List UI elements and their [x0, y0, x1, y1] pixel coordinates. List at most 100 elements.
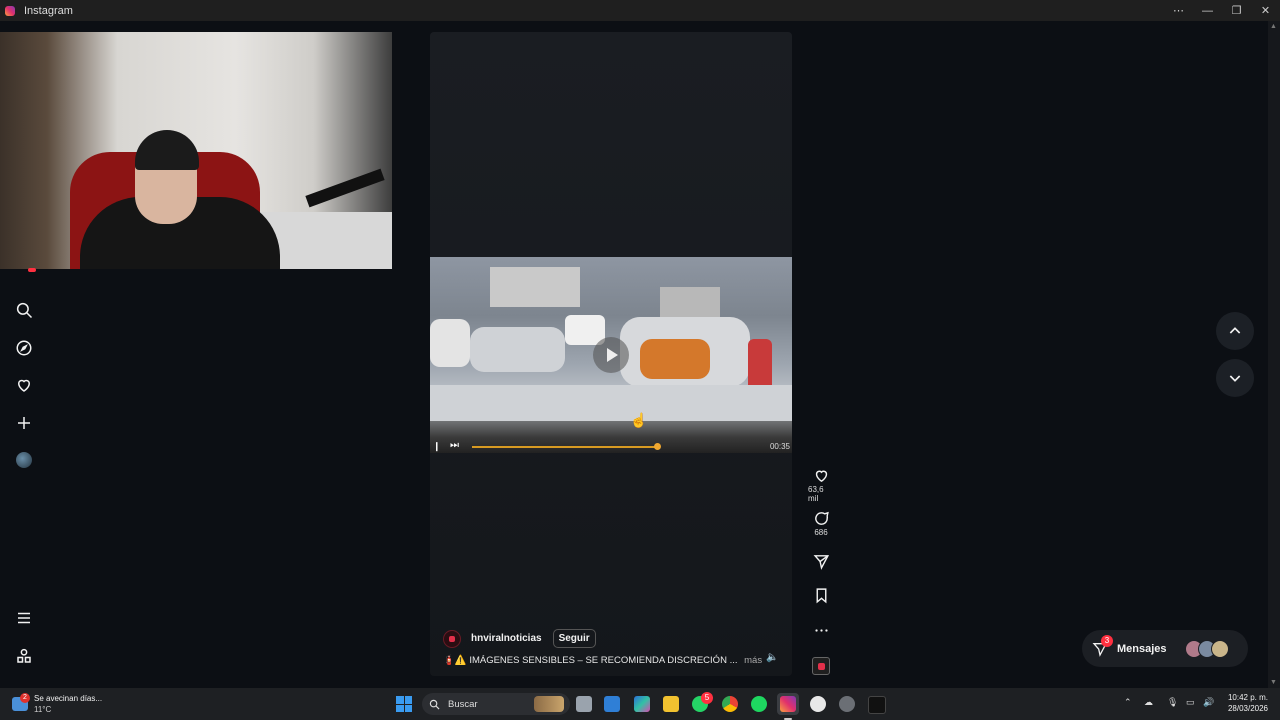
video-time: 00:35 — [769, 442, 790, 451]
weather-title: Se avecinan días... — [34, 694, 103, 703]
tray-microphone-icon[interactable]: 🎙 — [1167, 697, 1178, 708]
weather-badge: 2 — [20, 693, 30, 703]
messages-send-icon: 3 — [1092, 634, 1113, 657]
pause-icon[interactable]: ❙ — [433, 441, 441, 452]
chevron-down-icon — [1229, 375, 1241, 382]
messages-label: Mensajes — [1117, 642, 1167, 655]
search-highlight-image — [534, 696, 564, 712]
contact-avatar — [1211, 640, 1229, 658]
notifications-heart-icon[interactable] — [14, 375, 34, 395]
close-button[interactable]: ✕ — [1251, 0, 1280, 21]
weather-icon: 2 — [12, 693, 30, 711]
more-apps-icon[interactable] — [14, 646, 34, 666]
tray-chevron-up-icon[interactable]: ⌃ — [1124, 697, 1132, 708]
taskbar-clock[interactable]: 10:42 p. m. 28/03/2026 — [1222, 692, 1268, 714]
tiktok-icon[interactable] — [868, 696, 886, 714]
chevron-up-icon — [1229, 327, 1241, 334]
title-bar: Instagram ⋯ — ❐ ✕ — [0, 0, 1280, 21]
like-count: 63,6 mil — [808, 485, 824, 503]
explore-compass-icon[interactable] — [14, 338, 34, 358]
weather-text: Se avecinan días... 11°C — [34, 693, 102, 715]
more-action — [808, 622, 834, 639]
audio-speaker-icon[interactable]: 🔈 — [766, 652, 778, 663]
page-scrollbar[interactable]: ▲ ▼ — [1268, 21, 1280, 688]
messages-badge: 3 — [1101, 634, 1113, 647]
mouse-cursor-icon: ☝ — [630, 412, 648, 428]
webcam-mic-stand — [305, 168, 385, 208]
weather-widget[interactable]: 2 Se avecinan días... 11°C — [12, 693, 102, 715]
minimize-button[interactable]: — — [1193, 0, 1222, 21]
chrome-icon[interactable] — [722, 696, 738, 712]
share-send-icon[interactable] — [813, 553, 830, 570]
caption-emoji: 🧯⚠️ — [443, 655, 467, 666]
scroll-down-arrow-icon[interactable]: ▼ — [1270, 679, 1277, 686]
previous-reel-button[interactable] — [1216, 312, 1254, 350]
restore-button[interactable]: ❐ — [1222, 0, 1251, 21]
play-button[interactable] — [593, 337, 629, 373]
create-plus-icon[interactable] — [14, 413, 34, 433]
task-view-icon[interactable] — [576, 696, 592, 712]
search-placeholder: Buscar — [448, 698, 478, 710]
video-car — [430, 319, 470, 367]
like-action: 63,6 mil — [808, 467, 834, 503]
instagram-app-icon — [5, 5, 15, 16]
video-controls: ❙ ⏭ 00:35 — [430, 440, 792, 453]
video-person — [640, 339, 710, 379]
comment-count: 686 — [814, 528, 828, 537]
start-windows-icon[interactable] — [396, 696, 412, 712]
reel-video[interactable]: ☝ ❙ ⏭ 00:35 — [430, 257, 792, 453]
spotify-icon[interactable] — [751, 696, 767, 712]
bookmark-icon[interactable] — [813, 587, 830, 604]
video-progress-knob[interactable] — [654, 443, 661, 450]
play-icon — [607, 348, 618, 362]
browser-app-icon[interactable] — [839, 696, 855, 712]
author-avatar[interactable] — [443, 629, 461, 648]
comment-icon[interactable] — [813, 510, 830, 527]
notification-dot — [28, 268, 36, 272]
window-title: Instagram — [24, 4, 73, 17]
taskbar-search[interactable]: Buscar — [422, 693, 570, 715]
original-audio-thumbnail[interactable] — [812, 657, 830, 675]
menu-hamburger-icon[interactable] — [14, 608, 34, 628]
whatsapp-badge: 5 — [701, 692, 713, 704]
reel-author-row: hnviralnoticias Seguir — [443, 629, 596, 648]
reel-caption: 🧯⚠️ IMÁGENES SENSIBLES – SE RECOMIENDA D… — [443, 655, 762, 666]
next-reel-button[interactable] — [1216, 359, 1254, 397]
window-controls: ⋯ — ❐ ✕ — [1164, 0, 1280, 21]
follow-button[interactable]: Seguir — [552, 629, 596, 648]
webcam-person-cap — [135, 130, 199, 170]
copilot-app-icon[interactable] — [634, 696, 650, 712]
clock-time: 10:42 p. m. — [1227, 693, 1268, 702]
instagram-taskbar-icon[interactable] — [780, 696, 796, 712]
caption-text: IMÁGENES SENSIBLES – SE RECOMIENDA DISCR… — [469, 655, 738, 666]
tray-cloud-icon[interactable]: ☁ — [1144, 697, 1153, 708]
video-building — [490, 267, 580, 307]
profile-avatar[interactable] — [16, 452, 32, 468]
share-action — [808, 553, 834, 570]
next-icon[interactable]: ⏭ — [450, 440, 459, 451]
more-options-button[interactable]: ⋯ — [1164, 0, 1193, 21]
reel-container: ☝ ❙ ⏭ 00:35 hnviralnoticias Seguir 🧯⚠️ I… — [430, 32, 792, 676]
video-progress-bar[interactable] — [472, 446, 658, 448]
video-car — [470, 327, 565, 372]
weather-temp: 11°C — [34, 705, 52, 714]
author-name[interactable]: hnviralnoticias — [471, 633, 542, 644]
tray-volume-icon[interactable]: 🔊 — [1203, 697, 1214, 708]
like-heart-icon[interactable] — [813, 467, 830, 484]
tray-network-icon[interactable]: ▭ — [1186, 697, 1195, 708]
chatgpt-icon[interactable] — [810, 696, 826, 712]
microsoft-store-icon[interactable] — [604, 696, 620, 712]
caption-more-link[interactable]: más — [744, 655, 762, 666]
messages-avatars — [1185, 640, 1229, 658]
messages-button[interactable]: 3 Mensajes — [1082, 630, 1248, 667]
search-icon — [429, 699, 440, 709]
video-car-hood — [430, 385, 792, 421]
scroll-up-arrow-icon[interactable]: ▲ — [1270, 23, 1277, 30]
windows-taskbar: 2 Se avecinan días... 11°C Buscar 5 ⌃ ☁ … — [0, 688, 1280, 720]
more-dots-icon[interactable] — [813, 622, 830, 639]
search-icon[interactable] — [14, 300, 34, 320]
clock-date: 28/03/2026 — [1227, 704, 1268, 713]
save-action — [808, 587, 834, 604]
video-building — [660, 287, 720, 317]
file-explorer-icon[interactable] — [663, 696, 679, 712]
